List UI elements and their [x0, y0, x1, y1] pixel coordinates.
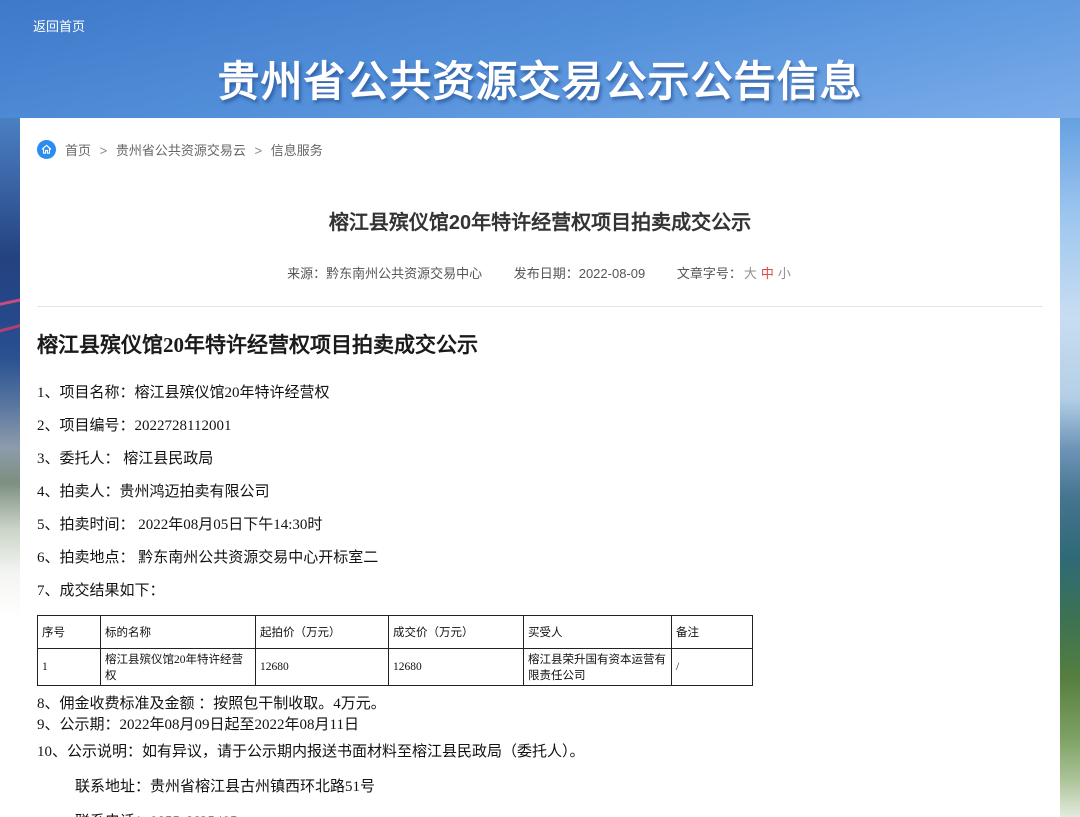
- breadcrumb-separator: >: [100, 143, 108, 158]
- article-meta: 来源：黔东南州公共资源交易中心 发布日期：2022-08-09 文章字号：大中小: [37, 263, 1043, 282]
- banner-title: 贵州省公共资源交易公示公告信息: [0, 48, 1080, 109]
- breadcrumb-separator: >: [255, 143, 263, 158]
- item-notice-period: 9、公示期：2022年08月09日起至2022年08月11日: [37, 715, 1043, 736]
- content-heading: 榕江县殡仪馆20年特许经营权项目拍卖成交公示: [37, 329, 1043, 359]
- table-header-startprice: 起拍价（万元）: [256, 616, 389, 649]
- breadcrumb-item-cloud[interactable]: 贵州省公共资源交易云: [116, 143, 246, 158]
- fontsize-label: 文章字号：: [677, 266, 742, 281]
- breadcrumb-trail: 首页 > 贵州省公共资源交易云 > 信息服务: [65, 140, 323, 159]
- divider: [37, 306, 1043, 307]
- article-content: 榕江县殡仪馆20年特许经营权项目拍卖成交公示 1、项目名称：榕江县殡仪馆20年特…: [37, 329, 1043, 817]
- meta-source: 来源：黔东南州公共资源交易中心: [287, 266, 482, 281]
- table-header-buyer: 买受人: [524, 616, 672, 649]
- fontsize-small-button[interactable]: 小: [778, 266, 791, 281]
- table-row: 1 榕江县殡仪馆20年特许经营权 12680 12680 榕江县荣升国有资本运营…: [38, 649, 753, 686]
- item-auctioneer: 4、拍卖人：贵州鸿迈拍卖有限公司: [37, 485, 1043, 500]
- background-landscape-right: [1060, 118, 1080, 817]
- breadcrumb-item-home[interactable]: 首页: [65, 143, 91, 158]
- item-result-intro: 7、成交结果如下：: [37, 584, 1043, 599]
- cell-remark: /: [672, 649, 753, 686]
- meta-publish-date: 发布日期：2022-08-09: [514, 266, 646, 281]
- item-project-name: 1、项目名称：榕江县殡仪馆20年特许经营权: [37, 386, 1043, 401]
- item-project-number: 2、项目编号：2022728112001: [37, 419, 1043, 434]
- breadcrumb-item-info-service[interactable]: 信息服务: [271, 143, 323, 158]
- item-auction-time: 5、拍卖时间： 2022年08月05日下午14:30时: [37, 518, 1043, 533]
- result-table: 序号 标的名称 起拍价（万元） 成交价（万元） 买受人 备注 1 榕江县殡仪馆2…: [37, 615, 753, 686]
- page-banner: 返回首页 贵州省公共资源交易公示公告信息: [0, 0, 1080, 118]
- cell-seq: 1: [38, 649, 101, 686]
- article-title: 榕江县殡仪馆20年特许经营权项目拍卖成交公示: [37, 206, 1043, 235]
- fontsize-medium-button[interactable]: 中: [761, 266, 774, 281]
- item-commission: 8、佣金收费标准及金额 ：按照包干制收取。4万元。: [37, 694, 1043, 715]
- meta-fontsize: 文章字号：大中小: [677, 266, 793, 281]
- breadcrumb: 首页 > 贵州省公共资源交易云 > 信息服务: [37, 118, 1043, 160]
- cell-dealprice: 12680: [389, 649, 524, 686]
- cell-buyer: 榕江县荣升国有资本运营有限责任公司: [524, 649, 672, 686]
- table-header-dealprice: 成交价（万元）: [389, 616, 524, 649]
- table-header-seq: 序号: [38, 616, 101, 649]
- cell-subject: 榕江县殡仪馆20年特许经营权: [101, 649, 256, 686]
- table-header-remark: 备注: [672, 616, 753, 649]
- cell-startprice: 12680: [256, 649, 389, 686]
- item-auction-place: 6、拍卖地点： 黔东南州公共资源交易中心开标室二: [37, 551, 1043, 566]
- item-notice-explain: 10、公示说明：如有异议，请于公示期内报送书面材料至榕江县民政局（委托人）。: [37, 745, 1043, 760]
- contact-address: 联系地址：贵州省榕江县古州镇西环北路51号: [37, 780, 1043, 795]
- content-panel: 首页 > 贵州省公共资源交易云 > 信息服务 榕江县殡仪馆20年特许经营权项目拍…: [20, 118, 1060, 817]
- fontsize-large-button[interactable]: 大: [744, 266, 757, 281]
- item-client: 3、委托人： 榕江县民政局: [37, 452, 1043, 467]
- table-header-subject: 标的名称: [101, 616, 256, 649]
- back-home-link[interactable]: 返回首页: [33, 16, 85, 35]
- background-landscape-left: [0, 118, 20, 817]
- table-header-row: 序号 标的名称 起拍价（万元） 成交价（万元） 买受人 备注: [38, 616, 753, 649]
- home-icon[interactable]: [37, 140, 56, 159]
